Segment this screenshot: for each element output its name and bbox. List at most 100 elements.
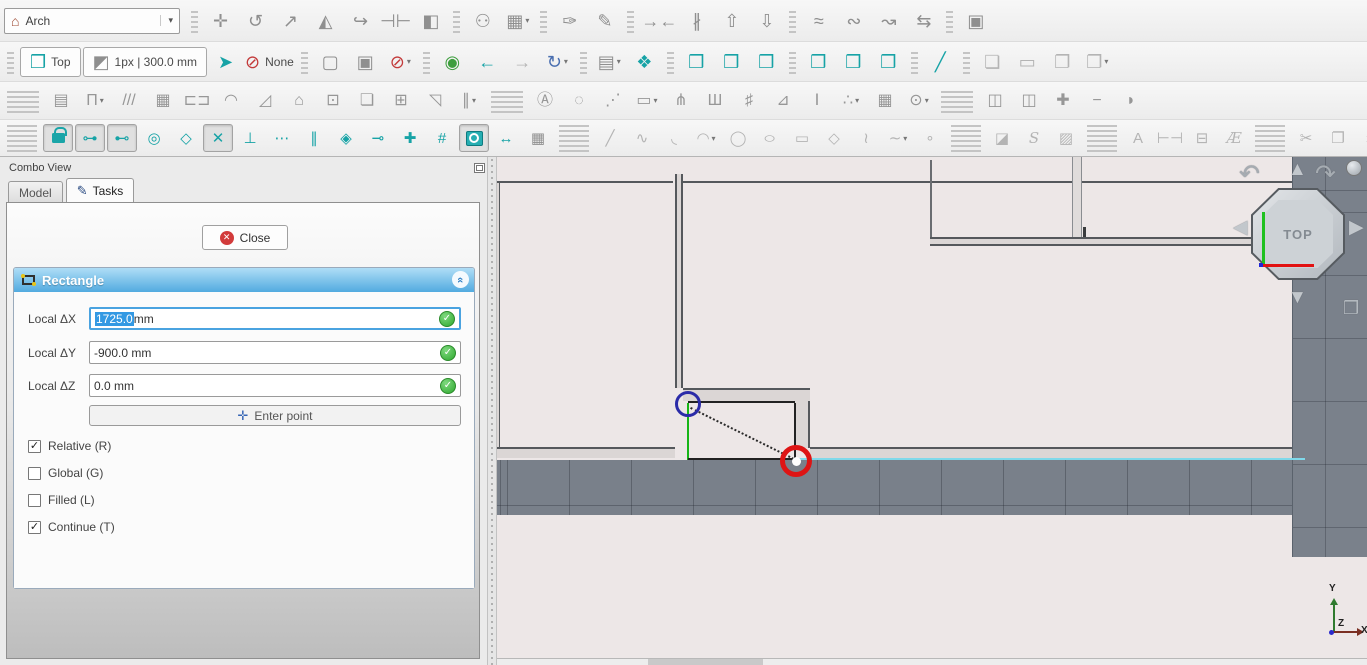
arch-wall-button[interactable]: ▤ <box>45 86 77 116</box>
box-selection-button[interactable]: ▢ <box>314 47 347 77</box>
arch-window-button[interactable]: ⊞ <box>385 86 417 116</box>
arch-building-button[interactable]: ⌂ <box>283 86 315 116</box>
coordinate-input[interactable]: -900.0 mm ✓ <box>89 341 461 364</box>
draft-rectangle-button[interactable]: ▭ <box>787 124 817 152</box>
rotate-cw-icon[interactable]: ↷ <box>1315 162 1336 187</box>
arch-site-button[interactable]: ⊡ <box>317 86 349 116</box>
nav-minicube-icon[interactable]: ❒ <box>1343 298 1359 319</box>
clone-button[interactable]: ⚇ <box>466 6 499 36</box>
arch-axis-button[interactable]: Ⓐ <box>529 86 561 116</box>
arch-pipe-tools-button[interactable]: ⊙ ▾ <box>903 86 935 116</box>
collapse-section-button[interactable]: « <box>452 271 469 288</box>
box-element-selection-button[interactable]: ▣ <box>349 47 382 77</box>
panel-splitter[interactable] <box>487 157 497 665</box>
view-right-button[interactable]: ❒ <box>750 47 783 77</box>
view-bottom-button[interactable]: ❒ <box>837 47 870 77</box>
nav-forward-button[interactable]: → <box>506 47 539 77</box>
upgrade-button[interactable]: ⇧ <box>715 6 748 36</box>
offset-button[interactable]: ↪ <box>344 6 377 36</box>
arch-profile-button[interactable]: Ⅰ <box>801 86 833 116</box>
rotate-view-button[interactable]: ↻ ▾ <box>541 47 574 77</box>
draft-wire-button[interactable]: ∿ <box>627 124 657 152</box>
move-button[interactable]: ✛ <box>204 6 237 36</box>
nav-arrow-down-icon[interactable]: ▼ <box>1288 288 1307 307</box>
edit-button[interactable]: ✑ <box>553 6 586 36</box>
draft-polygon-button[interactable]: ◇ <box>819 124 849 152</box>
navigation-cube[interactable]: TOP ▲ ▼ ◀ ▶ ↶ ↷ ❒ <box>1233 160 1367 320</box>
rotate-button[interactable]: ↺ <box>239 6 272 36</box>
close-task-button[interactable]: ✕ Close <box>202 225 288 250</box>
snap-perpendicular-button[interactable]: ⊥ <box>235 124 265 152</box>
view-top-button[interactable]: ❒ Top <box>20 47 81 77</box>
scrollbar-handle[interactable] <box>648 659 763 665</box>
add-to-group-button[interactable]: ▣ <box>959 6 992 36</box>
split-button[interactable]: ∦ <box>680 6 713 36</box>
draft-text-button[interactable]: A <box>1123 124 1153 152</box>
fit-all-button[interactable]: ◉ <box>436 47 469 77</box>
float-panel-icon[interactable] <box>474 163 485 173</box>
array-button[interactable]: ▦ ▾ <box>501 6 534 36</box>
flip-button[interactable]: ⇆ <box>907 6 940 36</box>
draft-hatch-button[interactable]: ▨ <box>1051 124 1081 152</box>
coordinate-input[interactable]: 0.0 mm ✓ <box>89 374 461 397</box>
link-make-group-button[interactable]: ❏ <box>976 47 1009 77</box>
cut-button[interactable]: ✂ <box>1291 124 1321 152</box>
arch-add-component-button[interactable]: ✚ <box>1047 86 1079 116</box>
3d-viewport[interactable]: TOP ▲ ▼ ◀ ▶ ↶ ↷ ❒ Y X Z <box>497 157 1367 665</box>
style-button[interactable]: ◩ 1px | 300.0 mm <box>83 47 208 77</box>
checkbox-filled[interactable]: Filled (L) <box>28 492 95 508</box>
arch-space-button[interactable]: ❏ <box>351 86 383 116</box>
checkbox-continue[interactable]: ✓ Continue (T) <box>28 519 115 535</box>
draft-shapestring-button[interactable]: S <box>1019 124 1049 152</box>
draft-label-button[interactable]: ⊟ <box>1187 124 1217 152</box>
snap-center-button[interactable]: ◎ <box>139 124 169 152</box>
cursor-snap-circle[interactable] <box>780 445 812 477</box>
snap-special-button[interactable]: ◈ <box>331 124 361 152</box>
draw-style-button[interactable]: ▤ ▾ <box>593 47 626 77</box>
slope-button[interactable]: ↝ <box>872 6 905 36</box>
snap-parallel-button[interactable]: ∥ <box>299 124 329 152</box>
arch-panel-button[interactable]: ◹ <box>419 86 451 116</box>
annotation-styles-button[interactable]: Æ <box>1219 124 1249 152</box>
snap-ortho-button[interactable]: ✚ <box>395 124 425 152</box>
nav-arrow-left-icon[interactable]: ◀ <box>1233 218 1248 237</box>
arch-structure-button[interactable]: Π ▾ <box>79 86 111 116</box>
arch-remove-component-button[interactable]: − <box>1081 86 1113 116</box>
nav-sphere-icon[interactable] <box>1346 160 1362 176</box>
draft-dimension-button[interactable]: ⊢⊣ <box>1155 124 1185 152</box>
view-front-button[interactable]: ❒ <box>680 47 713 77</box>
join-button[interactable]: →← <box>640 6 678 36</box>
group-button[interactable]: ▭ <box>1011 47 1044 77</box>
arch-column-grid-button[interactable]: Ш <box>699 86 731 116</box>
apply-style-button[interactable]: ➤ <box>209 47 242 77</box>
draft-fillet-button[interactable]: ◟ <box>659 124 689 152</box>
draft-bezier-button[interactable]: ∼ ▾ <box>883 124 913 152</box>
link-actions-button[interactable]: ❐ ▾ <box>1081 47 1114 77</box>
arch-cut-plane-button[interactable]: ◫ <box>979 86 1011 116</box>
toggle-visibility-button[interactable]: ⊘ ▾ <box>384 47 417 77</box>
toolbar-overflow-button[interactable]: » <box>1355 124 1367 152</box>
arch-stairs-button[interactable]: ⋰ <box>597 86 629 116</box>
arch-survey-button[interactable]: ◗ <box>1115 86 1147 116</box>
paste-button[interactable]: ❐ <box>1323 124 1353 152</box>
view-rear-button[interactable]: ❒ <box>802 47 835 77</box>
arch-curtain-wall-button[interactable]: ▦ <box>147 86 179 116</box>
arch-schedule-button[interactable]: ▦ <box>869 86 901 116</box>
make-link-button[interactable]: ❐ <box>1046 47 1079 77</box>
workbench-selector[interactable]: ⌂ Arch ▾ <box>4 8 180 34</box>
draft-ellipse-button[interactable]: ○ <box>755 124 785 152</box>
draft-bspline-button[interactable]: ≀ <box>851 124 881 152</box>
arch-pipe-button[interactable]: ∥ ▾ <box>453 86 485 116</box>
snap-midpoint-button[interactable]: ⊷ <box>107 124 137 152</box>
stretch-button[interactable]: ◧ <box>414 6 447 36</box>
scale-button[interactable]: ↗ <box>274 6 307 36</box>
arch-building-part-button[interactable]: ⊏⊐ <box>181 86 213 116</box>
draft-point-button[interactable]: ∘ <box>915 124 945 152</box>
nav-back-button[interactable]: ← <box>471 47 504 77</box>
draft-circle-button[interactable]: ◯ <box>723 124 753 152</box>
axonometric-view-button[interactable]: ❖ <box>628 47 661 77</box>
draft-line-button[interactable]: ╱ <box>595 124 625 152</box>
arch-rebar-button[interactable]: /// <box>113 86 145 116</box>
nav-cube-top-face[interactable]: TOP <box>1263 200 1333 268</box>
autogroup-button[interactable]: ⊘ None <box>244 47 295 77</box>
